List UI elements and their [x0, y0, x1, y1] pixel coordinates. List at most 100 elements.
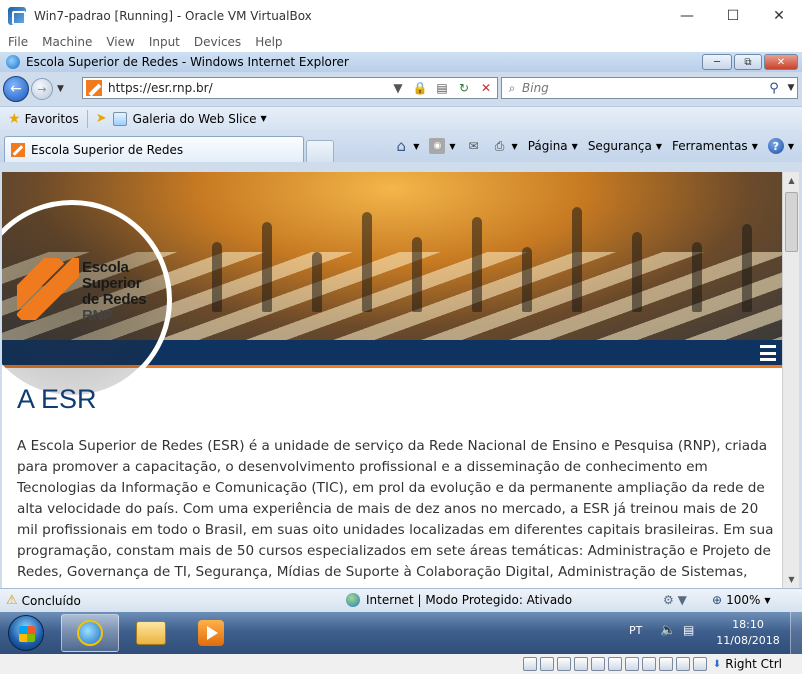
menu-help[interactable]: Help: [255, 35, 282, 49]
search-icon[interactable]: ⚲: [763, 81, 785, 96]
vbox-minimize-button[interactable]: —: [664, 0, 710, 31]
arrow-right-icon: →: [37, 82, 47, 96]
webslice-label: Galeria do Web Slice: [132, 111, 257, 126]
ie-minimize-button[interactable]: ─: [702, 54, 732, 70]
tools-menu[interactable]: Ferramentas ▼: [672, 139, 758, 153]
hamburger-menu-icon[interactable]: [760, 345, 776, 361]
ie-window-title: Escola Superior de Redes - Windows Inter…: [26, 55, 349, 69]
menu-view[interactable]: View: [106, 35, 134, 49]
chevron-down-icon: ▼: [787, 141, 794, 151]
clock-time: 18:10: [732, 618, 764, 631]
zone-label: Internet | Modo Protegido: Ativado: [366, 593, 573, 607]
chevron-down-icon: ▼: [655, 141, 663, 151]
logo-rnp: RNP: [82, 307, 113, 324]
address-dropdown[interactable]: ▼: [387, 78, 409, 98]
globe-icon: [346, 593, 360, 607]
volume-icon[interactable]: 🔈: [660, 623, 676, 638]
usb-icon[interactable]: [590, 657, 605, 671]
refresh-icon[interactable]: ↻: [453, 78, 475, 98]
back-button[interactable]: ←: [3, 76, 29, 102]
address-input[interactable]: https://esr.rnp.br/: [108, 81, 387, 95]
menu-devices[interactable]: Devices: [194, 35, 241, 49]
menu-input[interactable]: Input: [149, 35, 180, 49]
vbox-maximize-button[interactable]: ☐: [710, 0, 756, 31]
status-text: Concluído: [21, 593, 81, 608]
menu-file[interactable]: File: [8, 35, 28, 49]
zoom-control[interactable]: ⊕ 100% ▼: [712, 593, 771, 607]
folder-icon: [136, 621, 166, 645]
crowd-figure: [362, 212, 372, 312]
recent-pages-dropdown[interactable]: ▼: [57, 84, 64, 94]
taskbar-internet-explorer[interactable]: [61, 614, 119, 652]
esr-logo-icon[interactable]: [17, 258, 79, 320]
security-menu-label: Segurança: [587, 139, 652, 153]
new-tab-button[interactable]: [306, 140, 334, 162]
search-options-dropdown[interactable]: ▼: [785, 83, 797, 93]
crowd-figure: [312, 252, 322, 312]
ie-restore-button[interactable]: ⧉: [734, 54, 762, 70]
arrow-down-icon: ⬇: [712, 658, 722, 670]
address-bar[interactable]: https://esr.rnp.br/ ▼ 🔒 ▤ ↻ ✕: [82, 77, 498, 99]
keyboard-icon[interactable]: [692, 657, 707, 671]
scroll-thumb[interactable]: [785, 192, 798, 252]
chevron-down-icon: ▼: [571, 141, 578, 151]
page-body-text: A Escola Superior de Redes (ESR) é a uni…: [17, 438, 774, 580]
crowd-figure: [522, 247, 532, 312]
security-menu[interactable]: Segurança ▼: [588, 139, 662, 153]
zoom-icon: ⊕: [712, 593, 723, 607]
feeds-button[interactable]: ◉ ▼: [429, 138, 456, 154]
webslice-gallery-button[interactable]: Galeria do Web Slice ▼: [112, 111, 267, 126]
home-button[interactable]: ⌂ ▼: [393, 137, 420, 155]
crowd-figure: [412, 237, 422, 312]
show-desktop-button[interactable]: [790, 612, 802, 654]
esr-logo-text[interactable]: Escola Superior de Redes RNP: [82, 259, 147, 324]
network-adapter-icon[interactable]: [573, 657, 588, 671]
search-input[interactable]: [522, 81, 763, 95]
display-icon[interactable]: [624, 657, 639, 671]
security-zone[interactable]: Internet | Modo Protegido: Ativado: [346, 593, 572, 607]
tab-escola-superior-de-redes[interactable]: Escola Superior de Redes: [4, 136, 304, 162]
scroll-down-icon[interactable]: ▼: [783, 571, 800, 588]
audio-icon[interactable]: [556, 657, 571, 671]
print-button[interactable]: ⎙ ▼: [492, 138, 518, 154]
ie-statusbar: ⚠ Concluído Internet | Modo Protegido: A…: [0, 588, 802, 612]
language-indicator[interactable]: PT: [629, 624, 642, 637]
logo-line: Escola: [82, 259, 129, 276]
clock[interactable]: 18:10 11/08/2018: [712, 617, 784, 649]
printer-icon: ⎙: [494, 138, 505, 153]
chevron-down-icon: ▼: [751, 141, 758, 151]
network-icon[interactable]: ▤: [683, 623, 694, 637]
vertical-scrollbar[interactable]: ▲ ▼: [782, 172, 799, 588]
taskbar-windows-explorer[interactable]: [131, 616, 171, 650]
chevron-down-icon: ▼: [413, 141, 420, 151]
compatibility-view-icon[interactable]: ▤: [431, 78, 453, 98]
stop-icon[interactable]: ✕: [475, 78, 497, 98]
optical-drive-icon[interactable]: [539, 657, 554, 671]
add-favorite-icon[interactable]: ➤: [96, 111, 107, 126]
start-button[interactable]: [8, 615, 44, 651]
favorites-button[interactable]: ★ Favoritos: [8, 111, 79, 127]
read-mail-button[interactable]: ✉: [466, 138, 482, 154]
chevron-down-icon: ▼: [449, 141, 456, 151]
forward-button[interactable]: →: [31, 78, 53, 100]
page-title: A ESR: [17, 384, 97, 414]
home-icon: ⌂: [396, 137, 406, 155]
vbox-close-button[interactable]: ✕: [756, 0, 802, 31]
scroll-up-icon[interactable]: ▲: [783, 172, 800, 189]
mouse-integration-icon[interactable]: [675, 657, 690, 671]
search-box: ⌕ ⚲ ▼: [501, 77, 798, 99]
video-capture-icon[interactable]: [641, 657, 656, 671]
protected-mode-icon[interactable]: ⚙ ▼: [663, 593, 687, 607]
search-provider-icon: ⌕: [508, 80, 516, 95]
shared-folders-icon[interactable]: [607, 657, 622, 671]
taskbar-media-player[interactable]: [191, 616, 231, 650]
ie-close-button[interactable]: ✕: [764, 54, 798, 70]
page-menu[interactable]: Página ▼: [528, 139, 578, 153]
menu-machine[interactable]: Machine: [42, 35, 92, 49]
cpu-icon[interactable]: [658, 657, 673, 671]
lock-icon[interactable]: 🔒: [409, 78, 431, 98]
help-button[interactable]: ? ▼: [767, 138, 794, 154]
hard-disk-icon[interactable]: [522, 657, 537, 671]
clock-date: 11/08/2018: [716, 634, 780, 647]
crowd-figure: [572, 207, 582, 312]
